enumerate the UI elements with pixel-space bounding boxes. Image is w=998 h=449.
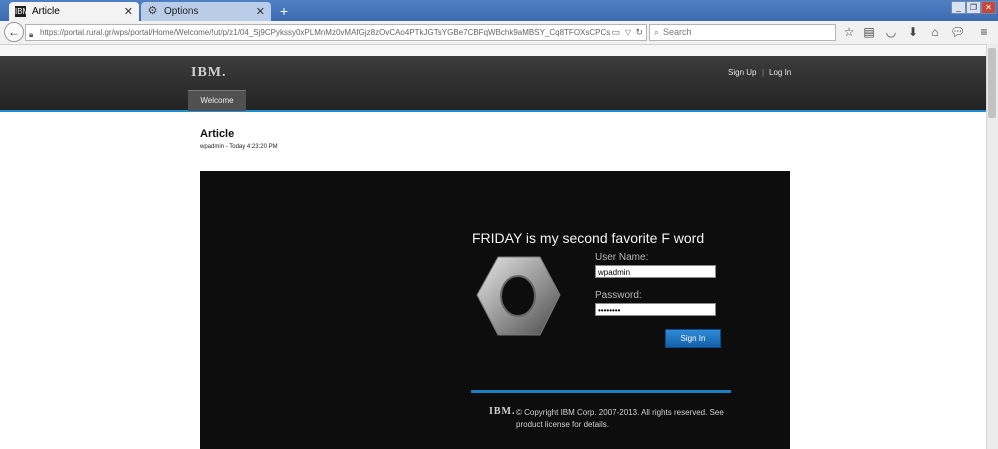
dropdown-icon[interactable]: ▽ bbox=[625, 25, 631, 40]
reader-view-icon[interactable]: ▭ bbox=[611, 25, 620, 40]
search-box[interactable]: ⌕ Search bbox=[649, 24, 836, 41]
log-in-link[interactable]: Log In bbox=[769, 68, 791, 77]
tab-options[interactable]: ⚙ Options ✕ bbox=[141, 2, 271, 21]
footer-divider bbox=[471, 390, 731, 393]
pocket-icon[interactable]: ◡ bbox=[884, 25, 898, 39]
login-image: FRIDAY is my second favorite F word User… bbox=[200, 171, 790, 449]
article-title: Article bbox=[200, 128, 235, 140]
menu-icon[interactable]: ≡ bbox=[977, 25, 991, 39]
minimize-button[interactable]: _ bbox=[951, 1, 966, 14]
chat-icon[interactable]: 💬︎ bbox=[950, 25, 965, 39]
tab-welcome[interactable]: Welcome bbox=[188, 90, 246, 111]
page-content: IBM. Sign Up | Log In Welcome Article wp… bbox=[0, 45, 986, 449]
lock-icon: 🔒︎ bbox=[29, 30, 34, 39]
link-separator: | bbox=[762, 68, 765, 77]
footer-ibm-logo: IBM. bbox=[489, 406, 516, 417]
username-label: User Name: bbox=[595, 252, 649, 263]
sign-in-button[interactable]: Sign In bbox=[665, 329, 721, 348]
url-bar[interactable]: 🔒︎ https://portal.rural.gr/wps/portal/Ho… bbox=[25, 24, 647, 41]
maximize-button[interactable]: ❐ bbox=[966, 1, 981, 14]
search-placeholder: Search bbox=[663, 27, 692, 37]
reload-icon[interactable]: ↻ bbox=[635, 25, 643, 40]
close-window-button[interactable]: ✕ bbox=[981, 1, 996, 14]
username-field[interactable]: wpadmin bbox=[595, 265, 716, 278]
gear-icon: ⚙ bbox=[147, 5, 158, 17]
close-tab-icon[interactable]: ✕ bbox=[256, 5, 265, 18]
tab-label: Options bbox=[164, 6, 199, 17]
password-field[interactable]: •••••••• bbox=[595, 303, 716, 316]
download-icon[interactable]: ⬇ bbox=[906, 25, 920, 39]
bookmark-star-icon[interactable]: ☆ bbox=[842, 25, 856, 39]
password-label: Password: bbox=[595, 290, 642, 301]
search-icon: ⌕ bbox=[654, 27, 660, 37]
url-text: https://portal.rural.gr/wps/portal/Home/… bbox=[40, 28, 610, 37]
close-tab-icon[interactable]: ✕ bbox=[124, 5, 133, 18]
copyright-text: © Copyright IBM Corp. 2007-2013. All rig… bbox=[516, 408, 724, 429]
tab-article[interactable]: IBM Article ✕ bbox=[9, 2, 139, 21]
new-tab-button[interactable]: + bbox=[276, 3, 292, 19]
back-button[interactable]: ← bbox=[4, 22, 24, 42]
article-meta: wpadmin - Today 4:23:20 PM bbox=[200, 144, 278, 150]
reading-list-icon[interactable]: ▤ bbox=[862, 25, 876, 39]
home-icon[interactable]: ⌂ bbox=[928, 25, 942, 39]
hex-nut-icon bbox=[476, 256, 561, 336]
ibm-logo: IBM. bbox=[191, 65, 227, 80]
ibm-favicon-icon: IBM bbox=[15, 6, 30, 17]
sign-up-link[interactable]: Sign Up bbox=[728, 68, 756, 77]
tab-label: Article bbox=[32, 6, 60, 17]
login-headline: FRIDAY is my second favorite F word bbox=[472, 230, 705, 246]
top-strip bbox=[0, 45, 986, 56]
portal-header: IBM. Sign Up | Log In Welcome bbox=[0, 56, 986, 112]
scrollbar-thumb[interactable] bbox=[988, 48, 996, 118]
